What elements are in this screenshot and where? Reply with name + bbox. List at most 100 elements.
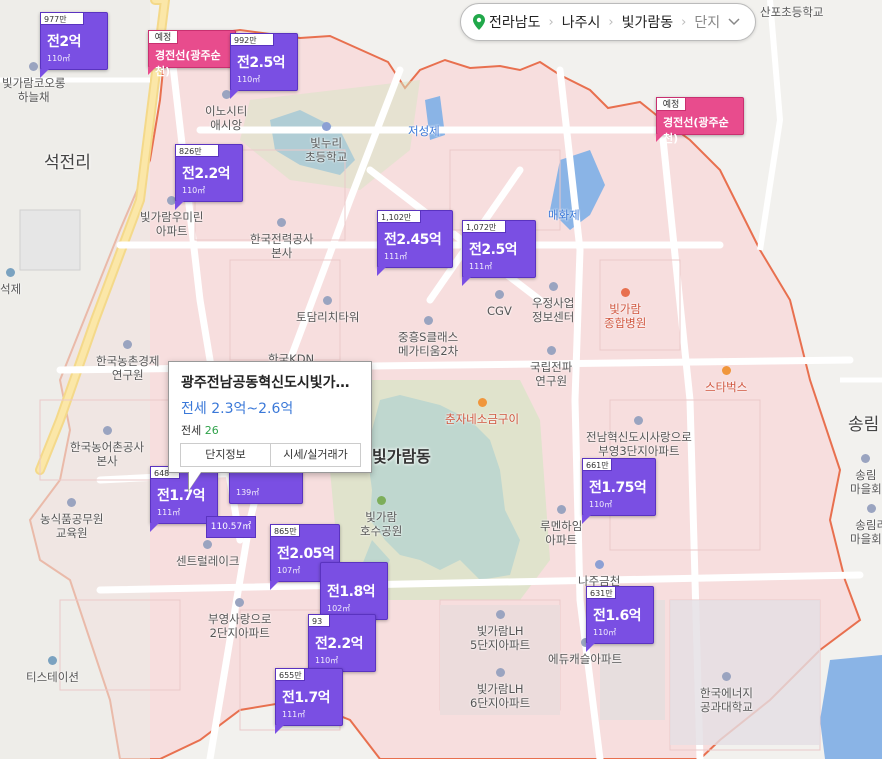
place-label[interactable]: 한국전력공사 본사 [250,218,313,260]
place-label[interactable]: 빛가람LH 5단지아파트 [470,610,530,652]
place-name: 빛가람코오롱 하늘채 [2,76,66,104]
place-label[interactable]: 우정사업 정보센터 [532,282,574,324]
small-area-label: 110.57㎡ [210,522,252,532]
planned-railway-badge[interactable]: 예정 경전선(광주순천) [148,30,236,78]
breadcrumb-dong[interactable]: 빛가람동 [614,4,682,40]
place-label[interactable]: 빛가람 종합병원 [604,288,646,330]
popup-title[interactable]: 광주전남공동혁신도시빛가… [181,372,367,392]
marker-tail [275,725,284,734]
jeonse-price: 전1.6억 [593,608,642,624]
place-name: 부영사랑으로 2단지아파트 [208,612,272,640]
place-name: 한국전력공사 본사 [250,232,314,260]
place-name: 저성제 [408,124,440,138]
place-name: 국립전파 연구원 [530,360,573,388]
planned-railway-badge[interactable]: 예정 경전선(광주순천) [656,97,744,145]
place-label[interactable]: 스타벅스 [705,366,747,394]
place-label[interactable]: 석제 [0,268,21,296]
place-name: 한국에너지 공과대학교 [700,686,753,714]
price-per-area: 631만 [586,586,616,599]
unit-area: 102㎡ [327,604,351,613]
price-per-area: 977만 [40,12,84,25]
marker-tail [586,643,595,652]
breadcrumb-province[interactable]: 전라남도 [489,4,549,40]
price-marker[interactable]: 655만 전1.7억 111㎡ [275,668,343,734]
price-marker[interactable]: 93 전2.2억 110㎡ [308,614,376,680]
price-per-area: 992만 [230,33,274,46]
unit-area: 111㎡ [157,508,181,517]
place-name: 우정사업 정보센터 [532,296,575,324]
place-label[interactable]: 빛가람 호수공원 [360,496,402,538]
price-marker[interactable]: 826만 전2.2억 110㎡ [175,144,243,210]
place-label[interactable]: 전남혁신도시사랑으로 부영3단지아파트 [586,416,692,458]
place-label[interactable]: 매화제 [548,208,580,222]
price-marker[interactable]: 전1.8억 102㎡ [320,562,388,628]
unit-area: 110㎡ [315,656,339,665]
unit-area: 111㎡ [384,252,408,261]
price-per-area: 93 [308,614,330,627]
price-per-area: 865만 [270,524,300,537]
price-marker[interactable]: 631만 전1.6억 110㎡ [586,586,654,652]
place-name: 한국농어촌공사 본사 [70,440,145,468]
jeonse-price: 전2.45억 [384,232,442,248]
price-per-area: 661만 [582,458,612,471]
price-marker[interactable]: 977만 전2억 110㎡ [40,12,108,78]
place-label[interactable]: 한국에너지 공과대학교 [700,672,753,714]
place-label[interactable]: 이노시티 애시앙 [205,90,247,132]
jeonse-price: 전1.8억 [327,584,376,600]
place-name: 농식품공무원 교육원 [40,512,104,540]
place-label[interactable]: 나주금천 [578,560,620,588]
place-name: 송림 마을회 [850,468,882,496]
place-label[interactable]: 국립전파 연구원 [530,346,572,388]
price-marker[interactable]: 1,102만 전2.45억 111㎡ [377,210,453,276]
price-marker[interactable]: 992만 전2.5억 110㎡ [230,33,298,99]
price-marker-small[interactable]: 110.57㎡ [206,516,256,538]
place-label[interactable]: 송림리 마을회관 [850,504,882,546]
place-name: 석제 [0,282,22,296]
map-canvas[interactable]: 석전리 송림 빛가람동 빛가람코오롱 하늘채 이노시티 애시앙 빛누리 초등학교… [0,0,882,759]
count-label: 전세 [181,424,202,437]
price-marker[interactable]: 1,072만 전2.5억 111㎡ [462,220,536,286]
complex-info-button[interactable]: 단지정보 [181,444,271,466]
place-label[interactable]: 농식품공무원 교육원 [40,498,103,540]
marker-tail [150,523,159,532]
place-name: 스타벅스 [705,380,748,394]
place-label[interactable]: 한국농어촌공사 본사 [70,426,144,468]
place-label[interactable]: 센트럴레이크 [176,540,239,568]
place-label[interactable]: 중흥S클래스 메가티움2차 [398,316,458,358]
place-name: 티스테이션 [26,670,79,684]
unit-area: 110㎡ [589,500,613,509]
popup-listing-count: 전세 26 [181,422,219,438]
place-label[interactable]: 티스테이션 [26,656,79,684]
place-label[interactable]: 춘자네소금구이 [445,398,519,426]
unit-area: 111㎡ [469,262,493,271]
jeonse-price: 전2.5억 [469,242,518,258]
breadcrumb-complex-dropdown[interactable]: 단지 [686,4,748,40]
place-label[interactable]: 한국농촌경제 연구원 [96,340,159,382]
place-label[interactable]: 송림 마을회 [850,454,882,496]
place-label[interactable]: 토담리치타워 [296,296,359,324]
plan-name: 경전선(광주순천) [155,49,221,78]
place-label[interactable]: 산포초등학교 [760,5,823,19]
jeonse-price: 전2.2억 [182,166,231,182]
place-label[interactable]: 저성제 [408,124,440,138]
place-name: 센트럴레이크 [176,554,240,568]
jeonse-price: 전2.2억 [315,636,364,652]
plan-tag: 예정 [148,30,178,44]
unit-area: 110㎡ [182,186,206,195]
place-label[interactable]: 빛가람LH 6단지아파트 [470,668,530,710]
place-label[interactable]: 빛누리 초등학교 [305,122,347,164]
price-history-button[interactable]: 시세/실거래가 [271,444,360,466]
marker-tail [462,277,471,286]
place-label[interactable]: 부영사랑으로 2단지아파트 [208,598,271,640]
unit-area: 107㎡ [277,566,301,575]
place-name: 전남혁신도시사랑으로 부영3단지아파트 [586,430,692,458]
place-name: 빛가람 종합병원 [604,302,647,330]
place-label[interactable]: 빛가람우미린 아파트 [140,196,203,238]
price-per-area: 655만 [275,668,305,681]
breadcrumb-city[interactable]: 나주시 [554,4,609,40]
place-label[interactable]: 루멘하임 아파트 [540,505,582,547]
unit-area: 111㎡ [282,710,306,719]
place-label[interactable]: CGV [487,290,512,318]
price-marker[interactable]: 661만 전1.75억 110㎡ [582,458,656,524]
unit-area: 110㎡ [593,628,617,637]
